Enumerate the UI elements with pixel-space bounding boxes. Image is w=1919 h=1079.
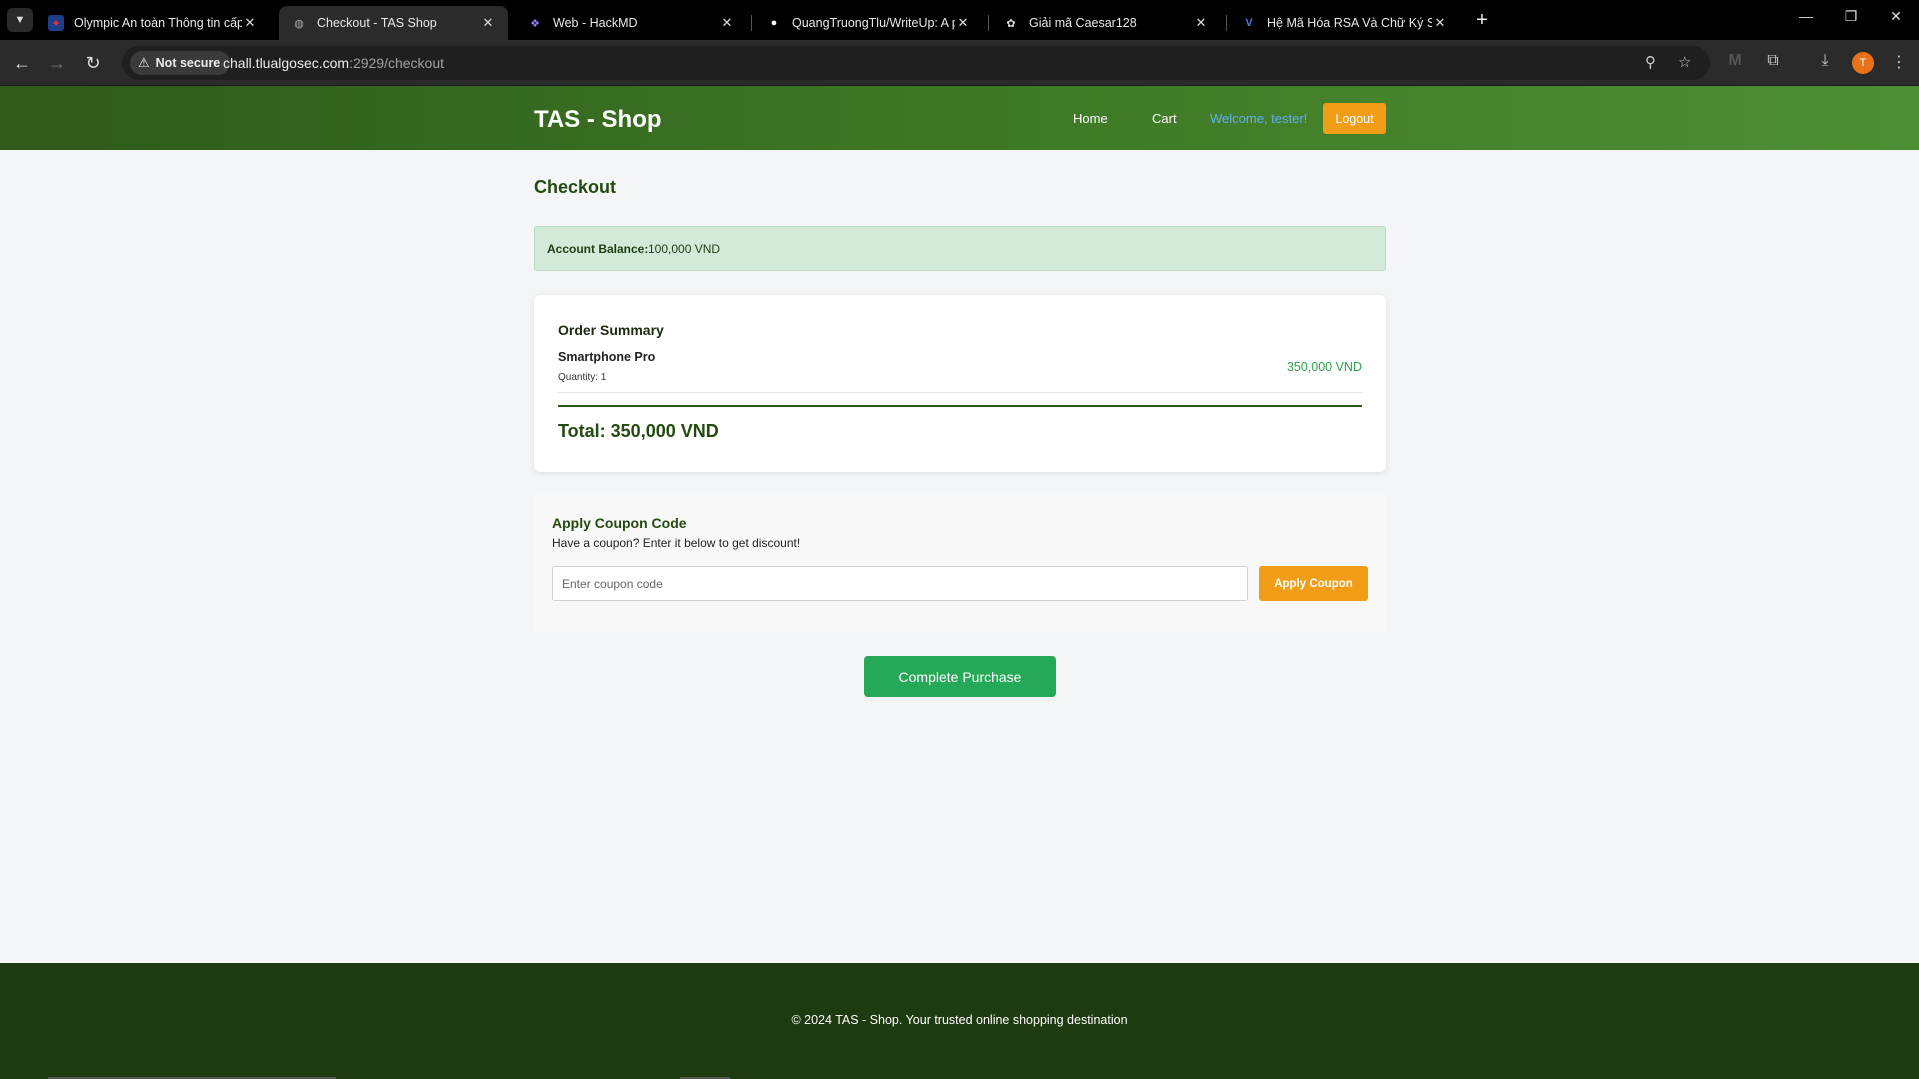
new-tab-button[interactable]: + [1470,8,1494,32]
close-tab-icon[interactable]: ✕ [1193,15,1209,31]
github-icon: ● [770,17,778,29]
tab-search-button[interactable]: ▼ [7,8,33,32]
browser-tab[interactable]: ✿ Giải mã Caesar128 ✕ [991,6,1221,40]
url-text[interactable]: chall.tlualgosec.com:2929/checkout [223,55,444,71]
order-item-quantity: Quantity: 1 [558,372,607,383]
download-icon[interactable]: ⤓ [1814,52,1836,70]
browser-tab[interactable]: V Hệ Mã Hóa RSA Và Chữ Ký Số - ✕ [1229,6,1460,40]
tab-title: Hệ Mã Hóa RSA Và Chữ Ký Số - [1267,16,1432,30]
page-content: TAS - Shop Home Cart Welcome, tester! Lo… [0,86,1919,1079]
tab-separator [1226,15,1227,31]
url-path: :2929/checkout [349,55,445,71]
total-divider [558,405,1362,407]
order-summary-card: Order Summary Smartphone Pro Quantity: 1… [534,295,1386,472]
footer-copyright: © 2024 TAS - Shop. Your trusted online s… [791,1013,1128,1027]
tab-separator [751,15,752,31]
coupon-description: Have a coupon? Enter it below to get dis… [552,536,801,550]
apply-coupon-button[interactable]: Apply Coupon [1259,566,1368,601]
order-item-price: 350,000 VND [1286,360,1362,374]
restore-icon[interactable]: ❐ [1831,8,1871,25]
complete-purchase-button[interactable]: Complete Purchase [864,656,1056,697]
close-window-icon[interactable]: ✕ [1876,8,1916,25]
item-divider [558,392,1362,393]
welcome-text[interactable]: Welcome, tester! [1210,111,1307,126]
warning-icon: ⚠ [138,55,150,70]
extension-m-icon[interactable]: M [1724,52,1746,70]
security-label: Not secure [155,56,221,70]
close-tab-icon[interactable]: ✕ [480,15,496,31]
browser-tab-bar: ▼ ✦ Olympic An toàn Thông tin cấp ✕ ◍ Ch… [0,0,1919,40]
close-tab-icon[interactable]: ✕ [955,15,971,31]
order-total: Total: 350,000 VND [558,421,719,441]
logout-button[interactable]: Logout [1323,103,1386,134]
coupon-code-input[interactable] [552,566,1248,601]
page-title: Checkout [534,177,617,197]
security-indicator[interactable]: ⚠ Not secure [130,51,231,75]
balance-label: Account Balance: [547,242,649,256]
browser-tab-active[interactable]: ◍ Checkout - TAS Shop ✕ [279,6,508,40]
tab-title: Olympic An toàn Thông tin cấp [74,16,242,30]
url-host: chall.tlualgosec.com [223,55,350,71]
close-tab-icon[interactable]: ✕ [1432,15,1448,31]
minimize-icon[interactable]: — [1786,8,1826,24]
profile-avatar[interactable]: T [1852,52,1874,74]
tab-title: Giải mã Caesar128 [1029,16,1137,30]
tab-title: Web - HackMD [553,16,638,30]
back-icon[interactable]: ← [10,51,34,75]
v-icon: V [1245,17,1253,29]
openai-icon: ✿ [1006,17,1016,30]
balance-value: 100,000 VND [648,242,721,256]
tab-title: Checkout - TAS Shop [317,16,437,30]
forward-icon[interactable]: → [45,51,69,75]
coupon-section: Apply Coupon Code Have a coupon? Enter i… [534,495,1386,632]
close-tab-icon[interactable]: ✕ [242,15,258,31]
order-item-name: Smartphone Pro [558,350,656,364]
close-tab-icon[interactable]: ✕ [719,15,735,31]
flag-icon: ✦ [48,15,64,31]
browser-tab[interactable]: ❖ Web - HackMD ✕ [515,6,747,40]
browser-tab[interactable]: ● QuangTruongTlu/WriteUp: A pl ✕ [754,6,983,40]
site-header: TAS - Shop Home Cart Welcome, tester! Lo… [0,86,1919,150]
brand-logo[interactable]: TAS - Shop [534,106,662,134]
tab-separator [988,15,989,31]
site-footer: © 2024 TAS - Shop. Your trusted online s… [0,963,1919,1079]
nav-cart-link[interactable]: Cart [1152,111,1177,126]
globe-icon: ◍ [294,17,304,30]
tab-title: QuangTruongTlu/WriteUp: A pl [792,16,955,30]
browser-tab[interactable]: ✦ Olympic An toàn Thông tin cấp ✕ [36,6,270,40]
account-balance-alert: Account Balance: 100,000 VND [534,226,1386,271]
address-bar[interactable]: ⚠ Not secure chall.tlualgosec.com:2929/c… [122,46,1710,80]
hackmd-icon: ❖ [530,17,540,30]
order-summary-title: Order Summary [558,322,664,338]
reload-icon[interactable]: ↻ [81,51,105,75]
browser-toolbar: ← → ↻ ⚠ Not secure chall.tlualgosec.com:… [0,40,1919,86]
coupon-title: Apply Coupon Code [552,515,687,531]
nav-home-link[interactable]: Home [1073,111,1108,126]
zoom-icon[interactable]: ⚲ [1645,53,1656,71]
bookmark-star-icon[interactable]: ☆ [1678,53,1691,71]
menu-kebab-icon[interactable]: ⋮ [1888,52,1910,72]
extensions-puzzle-icon[interactable]: ⧉ [1762,52,1784,70]
